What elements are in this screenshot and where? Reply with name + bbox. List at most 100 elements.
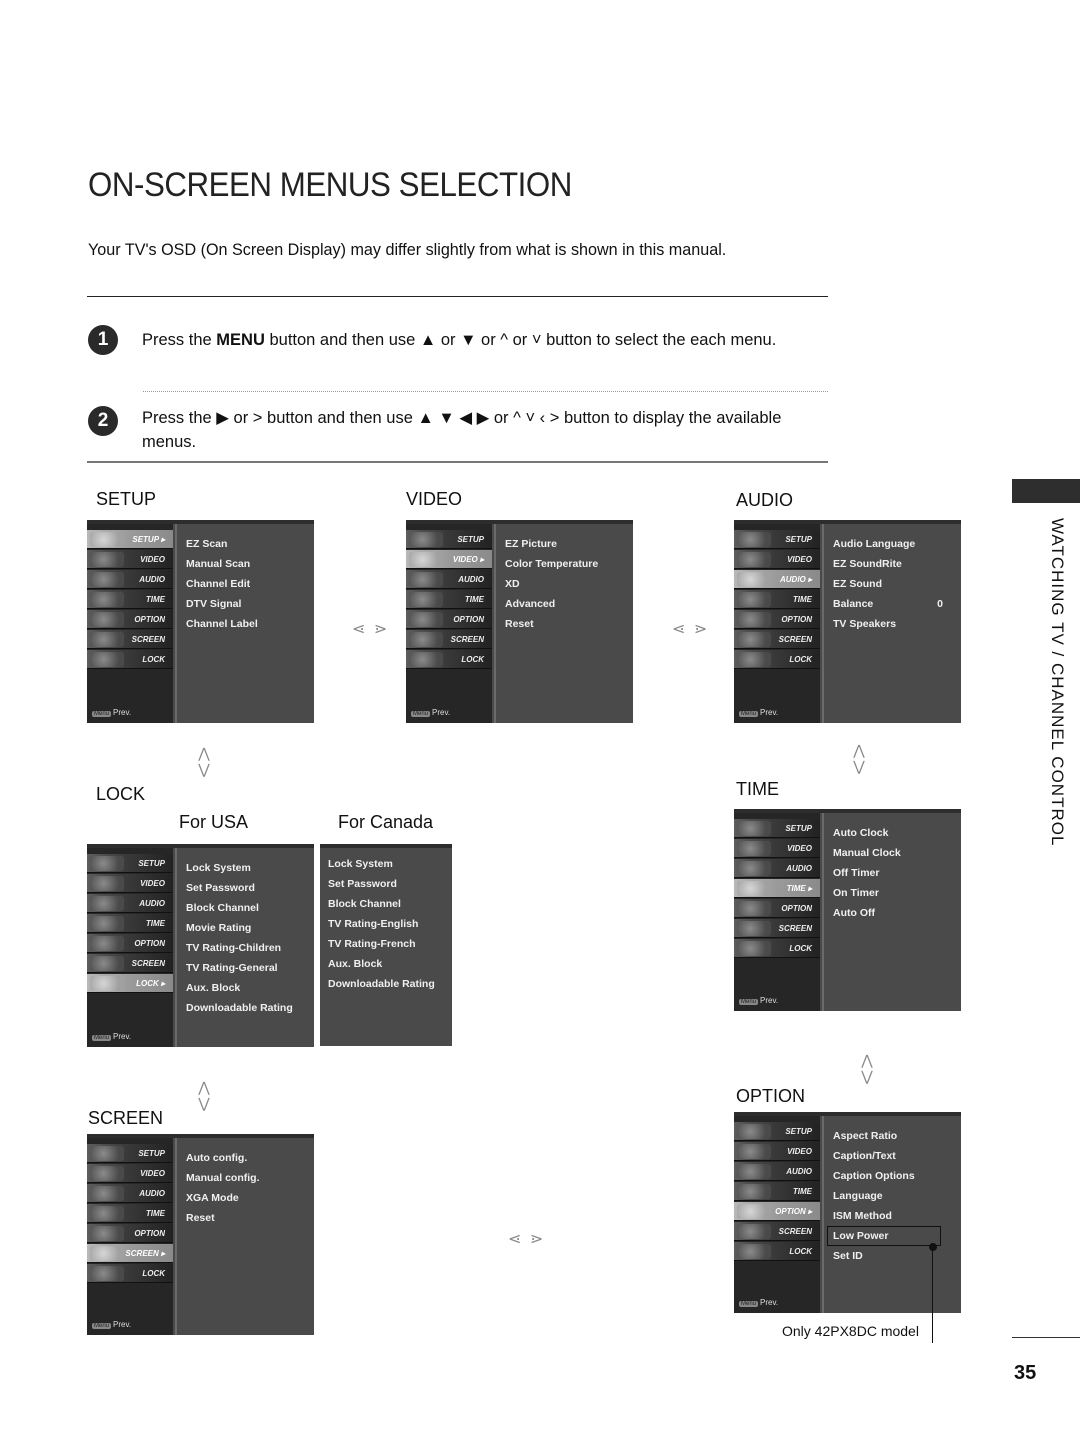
osd-sidebar-item-option[interactable]: OPTION [87,610,173,629]
osd-sidebar-item-time[interactable]: TIME [406,590,492,609]
osd-sidebar-item-lock[interactable]: LOCK [406,650,492,669]
osd-sidebar-item-option[interactable]: OPTION [87,934,173,953]
osd-menu-item[interactable]: Aux. Block [328,954,452,974]
osd-sidebar-item-lock[interactable]: LOCK ▸ [87,974,173,993]
osd-sidebar-item-option[interactable]: OPTION [87,1224,173,1243]
osd-menu-item[interactable]: Block Channel [328,894,452,914]
osd-menu-item[interactable]: Auto Clock [833,823,961,843]
osd-sidebar-item-time[interactable]: TIME ▸ [734,879,820,898]
osd-menu-item[interactable]: Channel Edit [186,574,314,594]
osd-menu-item[interactable]: TV Rating-General [186,958,314,978]
osd-sidebar-item-video[interactable]: VIDEO [734,839,820,858]
osd-menu-item[interactable]: Caption/Text [833,1146,961,1166]
osd-sidebar-item-screen[interactable]: SCREEN ▸ [87,1244,173,1263]
osd-menu-item[interactable]: Low Power [827,1226,941,1246]
osd-menu-item[interactable]: TV Rating-French [328,934,452,954]
osd-menu-item[interactable]: Manual Clock [833,843,961,863]
osd-menu-item[interactable]: Reset [505,614,633,634]
osd-menu-item[interactable]: Block Channel [186,898,314,918]
osd-menu-item[interactable]: On Timer [833,883,961,903]
osd-sidebar-item-screen[interactable]: SCREEN [87,630,173,649]
osd-sidebar-item-screen[interactable]: SCREEN [734,919,820,938]
osd-menu-item[interactable]: Manual Scan [186,554,314,574]
osd-menu-item[interactable]: Aux. Block [186,978,314,998]
osd-sidebar-item-setup[interactable]: SETUP [734,530,820,549]
osd-menu-item[interactable]: Language [833,1186,961,1206]
osd-sidebar-item-video[interactable]: VIDEO [734,1142,820,1161]
osd-sidebar-item-audio[interactable]: AUDIO [87,1184,173,1203]
osd-menu-item[interactable]: EZ Scan [186,534,314,554]
osd-menu-item[interactable]: TV Rating-Children [186,938,314,958]
osd-menu-item[interactable]: Audio Language [833,534,961,554]
osd-sidebar-label: TIME [464,595,484,604]
osd-menu-item[interactable]: Manual config. [186,1168,314,1188]
osd-sidebar-item-audio[interactable]: AUDIO [87,894,173,913]
osd-menu-item[interactable]: Movie Rating [186,918,314,938]
osd-sidebar-item-lock[interactable]: LOCK [734,1242,820,1261]
osd-menu-item-label: Low Power [833,1230,889,1242]
osd-menu-item[interactable]: Off Timer [833,863,961,883]
osd-sidebar-item-video[interactable]: VIDEO ▸ [406,550,492,569]
osd-menu-item[interactable]: Balance 0 [833,594,961,614]
osd-menu-item[interactable]: Caption Options [833,1166,961,1186]
osd-menu-item[interactable]: ISM Method [833,1206,961,1226]
osd-sidebar-label: SETUP [457,535,484,544]
osd-sidebar-item-audio[interactable]: AUDIO [734,859,820,878]
osd-menu-item-label: Manual Scan [186,558,251,570]
osd-sidebar-item-audio[interactable]: AUDIO ▸ [734,570,820,589]
osd-menu-item[interactable]: Auto config. [186,1148,314,1168]
osd-sidebar-item-option[interactable]: OPTION [734,610,820,629]
osd-menu-item[interactable]: EZ SoundRite [833,554,961,574]
osd-sidebar-item-setup[interactable]: SETUP [87,854,173,873]
osd-menu-item[interactable]: DTV Signal [186,594,314,614]
osd-sidebar-item-setup[interactable]: SETUP [406,530,492,549]
osd-sidebar-item-time[interactable]: TIME [87,1204,173,1223]
osd-menu-item[interactable]: Downloadable Rating [328,974,452,994]
osd-sidebar-item-setup[interactable]: SETUP ▸ [87,530,173,549]
osd-menu-item[interactable]: Auto Off [833,903,961,923]
osd-sidebar-item-lock[interactable]: LOCK [734,650,820,669]
osd-sidebar-item-lock[interactable]: LOCK [87,650,173,669]
osd-menu-item[interactable]: XGA Mode [186,1188,314,1208]
osd-sidebar-item-time[interactable]: TIME [734,1182,820,1201]
osd-menu-item[interactable]: TV Rating-English [328,914,452,934]
osd-sidebar-item-video[interactable]: VIDEO [734,550,820,569]
osd-menu-item[interactable]: Set ID [833,1246,961,1266]
osd-menu-item[interactable]: Lock System [186,858,314,878]
osd-sidebar-item-video[interactable]: VIDEO [87,874,173,893]
osd-menu-item[interactable]: Set Password [328,874,452,894]
osd-menu-item[interactable]: Aspect Ratio [833,1126,961,1146]
osd-sidebar-item-screen[interactable]: SCREEN [734,630,820,649]
osd-sidebar-item-time[interactable]: TIME [734,590,820,609]
osd-sidebar-item-video[interactable]: VIDEO [87,550,173,569]
osd-menu-item[interactable]: Channel Label [186,614,314,634]
osd-sidebar-item-time[interactable]: TIME [87,914,173,933]
osd-sidebar-item-screen[interactable]: SCREEN [406,630,492,649]
osd-sidebar-item-lock[interactable]: LOCK [87,1264,173,1283]
osd-menu-item[interactable]: Downloadable Rating [186,998,314,1018]
osd-sidebar-item-option[interactable]: OPTION [406,610,492,629]
osd-sidebar-item-audio[interactable]: AUDIO [87,570,173,589]
osd-sidebar-item-time[interactable]: TIME [87,590,173,609]
osd-sidebar-item-audio[interactable]: AUDIO [406,570,492,589]
lock-canada-osd: Lock System Set Password Block Channel TV R… [320,844,452,1046]
osd-sidebar-item-option[interactable]: OPTION ▸ [734,1202,820,1221]
osd-sidebar-item-video[interactable]: VIDEO [87,1164,173,1183]
osd-menu-item[interactable]: EZ Picture [505,534,633,554]
osd-menu-item[interactable]: Reset [186,1208,314,1228]
osd-menu-item[interactable]: Advanced [505,594,633,614]
osd-menu-item[interactable]: Set Password [186,878,314,898]
osd-menu-item[interactable]: XD [505,574,633,594]
osd-sidebar-item-setup[interactable]: SETUP [87,1144,173,1163]
osd-sidebar-item-audio[interactable]: AUDIO [734,1162,820,1181]
osd-sidebar-item-screen[interactable]: SCREEN [87,954,173,973]
osd-sidebar-item-setup[interactable]: SETUP [734,1122,820,1141]
osd-menu-item[interactable]: EZ Sound [833,574,961,594]
osd-sidebar-item-setup[interactable]: SETUP [734,819,820,838]
osd-menu-item[interactable]: Lock System [328,854,452,874]
osd-sidebar-item-option[interactable]: OPTION [734,899,820,918]
osd-menu-item[interactable]: Color Temperature [505,554,633,574]
osd-menu-item[interactable]: TV Speakers [833,614,961,634]
osd-sidebar-item-screen[interactable]: SCREEN [734,1222,820,1241]
osd-sidebar-item-lock[interactable]: LOCK [734,939,820,958]
